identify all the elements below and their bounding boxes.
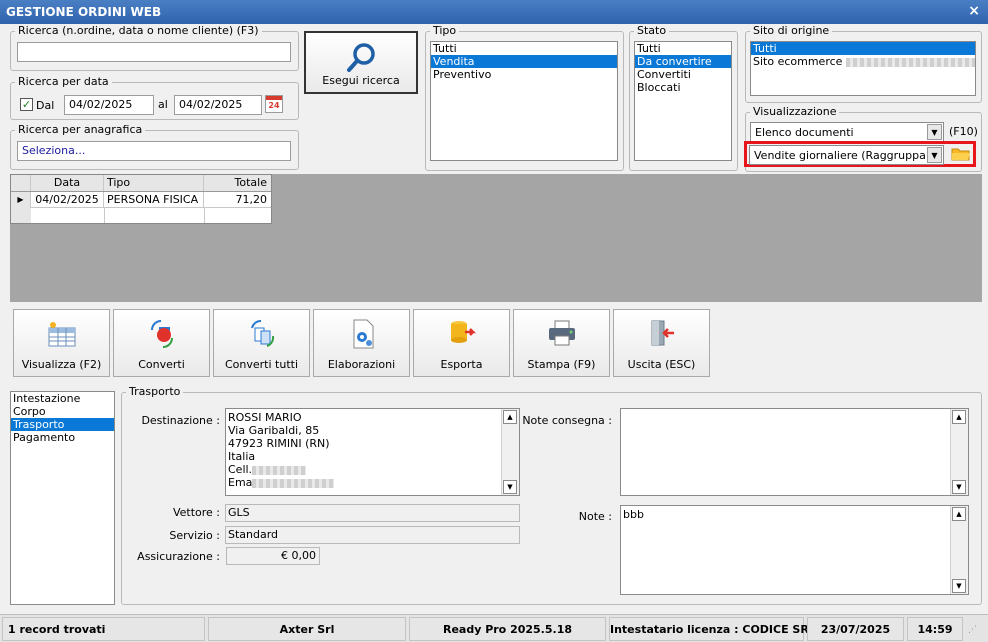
printer-icon bbox=[549, 320, 575, 346]
note-label: Note : bbox=[578, 510, 612, 523]
scroll-down-icon[interactable]: ▼ bbox=[952, 579, 966, 593]
process-icon bbox=[353, 319, 374, 349]
list-item[interactable]: Tutti bbox=[431, 42, 617, 55]
convert-icon bbox=[151, 320, 173, 348]
registry-select-field[interactable]: Seleziona... bbox=[17, 141, 291, 161]
servizio-field: Standard bbox=[225, 526, 520, 544]
search-label: Ricerca (n.ordine, data o nome cliente) … bbox=[15, 25, 262, 37]
convert-button[interactable]: Converti bbox=[113, 309, 210, 377]
notes-textarea[interactable]: bbb ▲ ▼ bbox=[620, 505, 969, 595]
destination-textarea[interactable]: ROSSI MARIO Via Garibaldi, 85 47923 RIMI… bbox=[225, 408, 520, 496]
tipo-label: Tipo bbox=[430, 25, 460, 37]
stato-label: Stato bbox=[634, 25, 670, 37]
convert-all-button[interactable]: Converti tutti bbox=[213, 309, 310, 377]
status-version: Ready Pro 2025.5.18 bbox=[409, 617, 606, 641]
from-date-field[interactable]: 04/02/2025 bbox=[64, 95, 154, 115]
scroll-up-icon[interactable]: ▲ bbox=[952, 507, 966, 521]
folder-icon[interactable] bbox=[951, 146, 971, 162]
list-item[interactable]: Da convertire bbox=[635, 55, 731, 68]
list-item[interactable]: Corpo bbox=[11, 405, 114, 418]
close-icon[interactable]: × bbox=[968, 3, 980, 19]
search-button-label: Esegui ricerca bbox=[322, 74, 400, 87]
row-indicator-icon: ▶ bbox=[11, 192, 31, 208]
scroll-down-icon[interactable]: ▼ bbox=[952, 480, 966, 494]
trasporto-label: Trasporto bbox=[126, 386, 184, 398]
visualizzazione-label: Visualizzazione bbox=[750, 106, 840, 118]
destinazione-label: Destinazione : bbox=[141, 414, 220, 427]
scroll-up-icon[interactable]: ▲ bbox=[952, 410, 966, 424]
servizio-label: Servizio : bbox=[169, 529, 220, 542]
to-date-field[interactable]: 04/02/2025 bbox=[174, 95, 262, 115]
sections-list[interactable]: Intestazione Corpo Trasporto Pagamento bbox=[10, 391, 115, 605]
list-item[interactable]: Tutti bbox=[751, 42, 975, 55]
assicurazione-label: Assicurazione : bbox=[137, 550, 220, 563]
list-item[interactable]: Intestazione bbox=[11, 392, 114, 405]
processing-button[interactable]: Elaborazioni bbox=[313, 309, 410, 377]
calendar-icon[interactable]: 24 bbox=[265, 95, 283, 113]
convert-all-icon bbox=[251, 319, 275, 347]
status-bar: 1 record trovati Axter Srl Ready Pro 202… bbox=[0, 614, 988, 642]
status-company: Axter Srl bbox=[208, 617, 406, 641]
from-date-label: Dal bbox=[36, 99, 55, 112]
export-icon bbox=[451, 321, 477, 343]
delivery-notes-textarea[interactable]: ▲ ▼ bbox=[620, 408, 969, 496]
grid-header: Data Tipo Totale bbox=[11, 175, 271, 192]
window-title: GESTIONE ORDINI WEB bbox=[6, 5, 162, 19]
date-search-label: Ricerca per data bbox=[15, 76, 112, 88]
vettore-field: GLS bbox=[225, 504, 520, 522]
insurance-field[interactable]: € 0,00 bbox=[226, 547, 320, 565]
vettore-label: Vettore : bbox=[172, 506, 220, 519]
delivery-notes-scrollbar[interactable]: ▲ ▼ bbox=[950, 409, 968, 495]
list-item[interactable]: Bloccati bbox=[635, 81, 731, 94]
list-item[interactable]: Tutti bbox=[635, 42, 731, 55]
chevron-down-icon[interactable]: ▼ bbox=[927, 124, 942, 140]
exit-button[interactable]: Uscita (ESC) bbox=[613, 309, 710, 377]
from-date-checkbox[interactable]: ✓ bbox=[20, 98, 33, 111]
view-button[interactable]: Visualizza (F2) bbox=[13, 309, 110, 377]
sito-label: Sito di origine bbox=[750, 25, 833, 37]
search-button[interactable]: Esegui ricerca bbox=[304, 31, 418, 94]
export-button[interactable]: Esporta bbox=[413, 309, 510, 377]
status-records: 1 record trovati bbox=[2, 617, 205, 641]
tipo-list[interactable]: Tutti Vendita Preventivo bbox=[430, 41, 618, 161]
view-mode-select[interactable]: Elenco documenti ▼ bbox=[750, 122, 944, 142]
column-header-tipo[interactable]: Tipo bbox=[104, 175, 204, 191]
list-item[interactable]: Pagamento bbox=[11, 431, 114, 444]
notes-scrollbar[interactable]: ▲ ▼ bbox=[950, 506, 968, 594]
note-consegna-label: Note consegna : bbox=[522, 414, 612, 427]
table-row[interactable]: ▶ 04/02/2025 PERSONA FISICA 71,20 bbox=[11, 192, 271, 208]
scroll-down-icon[interactable]: ▼ bbox=[503, 480, 517, 494]
view-mode-shortcut: (F10) bbox=[949, 125, 978, 138]
registry-search-label: Ricerca per anagrafica bbox=[15, 124, 146, 136]
print-button[interactable]: Stampa (F9) bbox=[513, 309, 610, 377]
list-item[interactable]: Vendita bbox=[431, 55, 617, 68]
magnifier-icon bbox=[347, 43, 375, 72]
status-time: 14:59 bbox=[907, 617, 963, 641]
list-item[interactable]: Sito ecommerce bbox=[751, 55, 975, 68]
results-grid[interactable]: Data Tipo Totale ▶ 04/02/2025 PERSONA FI… bbox=[10, 174, 272, 224]
status-date: 23/07/2025 bbox=[807, 617, 904, 641]
list-item[interactable]: Trasporto bbox=[11, 418, 114, 431]
list-item[interactable]: Preventivo bbox=[431, 68, 617, 81]
sito-list[interactable]: Tutti Sito ecommerce bbox=[750, 41, 976, 96]
chevron-down-icon[interactable]: ▼ bbox=[927, 147, 942, 163]
to-date-label: al bbox=[158, 98, 168, 111]
column-header-data[interactable]: Data bbox=[31, 175, 104, 191]
table-view-icon bbox=[48, 322, 76, 347]
stato-list[interactable]: Tutti Da convertire Convertiti Bloccati bbox=[634, 41, 732, 161]
list-item[interactable]: Convertiti bbox=[635, 68, 731, 81]
grouping-select[interactable]: Vendite giornaliere (Raggruppamenti) ▼ bbox=[749, 145, 944, 165]
title-bar: GESTIONE ORDINI WEB × bbox=[0, 0, 988, 24]
resize-grip-icon[interactable]: ⋰ bbox=[968, 625, 977, 635]
search-input[interactable] bbox=[17, 42, 291, 62]
status-license: Intestatario licenza : CODICE SRL bbox=[609, 617, 816, 641]
exit-door-icon bbox=[651, 320, 674, 346]
column-header-totale[interactable]: Totale bbox=[204, 175, 271, 191]
